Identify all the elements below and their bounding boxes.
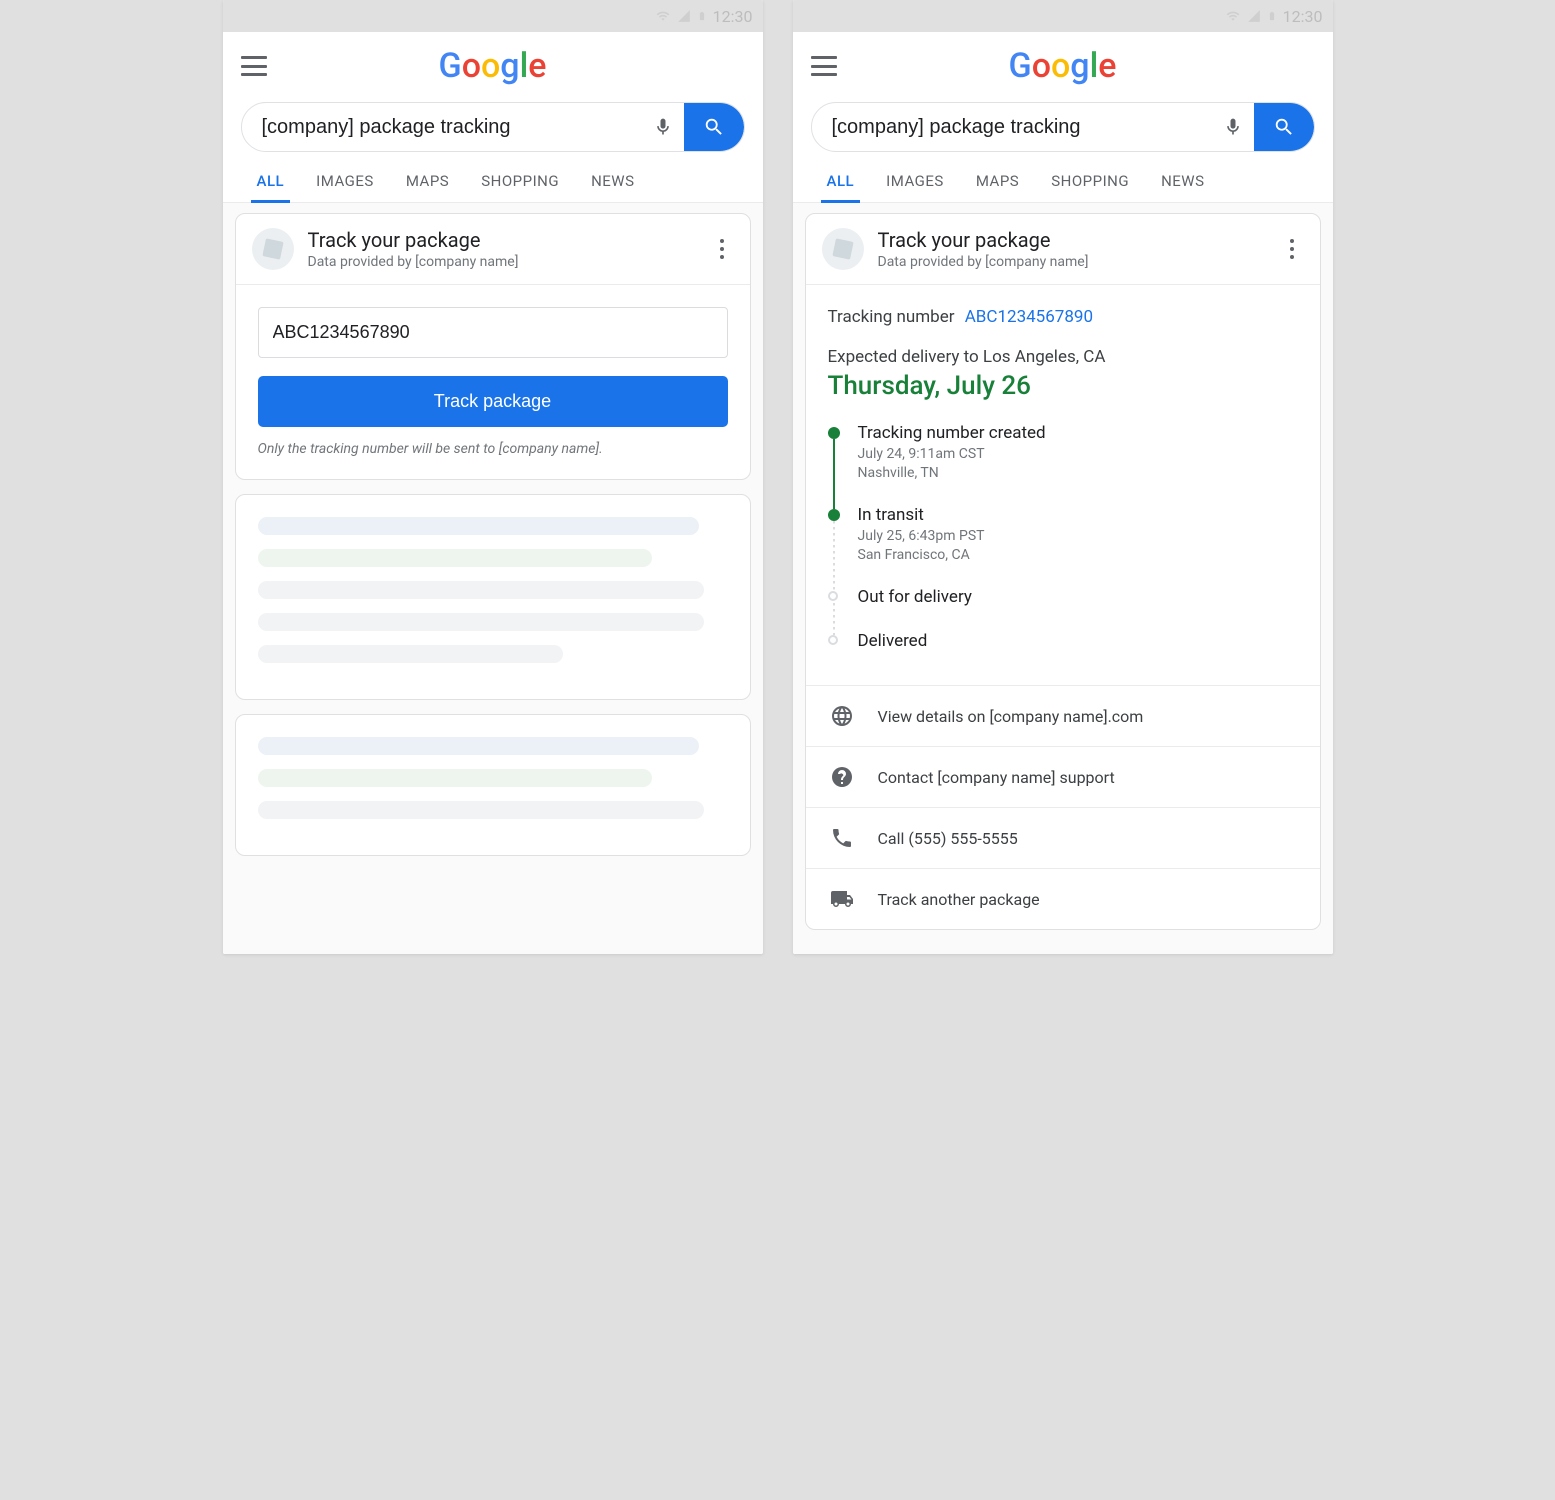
status-time: 12:30 [713,7,753,26]
expected-delivery-date: Thursday, July 26 [828,371,1298,401]
wifi-icon [1225,9,1241,23]
card-subtitle: Data provided by [company name] [308,254,696,270]
signal-icon [677,9,691,23]
app-header: Google [223,32,763,96]
action-track-another[interactable]: Track another package [806,868,1320,929]
status-time: 12:30 [1283,7,1323,26]
timeline-dot-done-icon [828,427,840,439]
action-contact-support[interactable]: Contact [company name] support [806,746,1320,807]
action-call[interactable]: Call (555) 555-5555 [806,807,1320,868]
action-label: Call (555) 555-5555 [878,829,1018,848]
company-favicon [822,228,864,270]
placeholder-result-1 [235,494,751,700]
tab-images[interactable]: IMAGES [870,162,960,202]
tracking-number-label: Tracking number [828,307,955,327]
tracking-result-card: Track your package Data provided by [com… [805,213,1321,930]
tracking-number-row: Tracking number ABC1234567890 [828,307,1298,327]
company-favicon [252,228,294,270]
tracking-timeline: Tracking number created July 24, 9:11am … [828,423,1298,675]
timeline-dot-pending-icon [828,635,838,645]
action-label: View details on [company name].com [878,707,1144,726]
status-bar: 12:30 [223,0,763,32]
help-icon [828,765,856,789]
voice-search-icon[interactable] [642,115,684,139]
tab-all[interactable]: ALL [241,162,301,202]
phone-left: 12:30 Google ALL IMAGES MAPS SHOP [223,0,763,954]
search-input[interactable] [832,116,1212,139]
search-input[interactable] [262,116,642,139]
tab-shopping[interactable]: SHOPPING [465,162,575,202]
tab-maps[interactable]: MAPS [960,162,1035,202]
track-package-button[interactable]: Track package [258,376,728,427]
tab-all[interactable]: ALL [811,162,871,202]
placeholder-result-2 [235,714,751,856]
google-logo: Google [241,46,745,86]
voice-search-icon[interactable] [1212,115,1254,139]
timeline-dot-done-icon [828,509,840,521]
tracking-number-link[interactable]: ABC1234567890 [965,307,1093,327]
timeline-time: July 25, 6:43pm PST [858,528,1298,544]
tab-news[interactable]: NEWS [575,162,650,202]
tab-images[interactable]: IMAGES [300,162,390,202]
timeline-dot-pending-icon [828,591,838,601]
timeline-item: In transit July 25, 6:43pm PST San Franc… [858,505,1298,587]
battery-icon [697,8,707,24]
timeline-item: Tracking number created July 24, 9:11am … [858,423,1298,505]
truck-icon [828,887,856,911]
timeline-time: July 24, 9:11am CST [858,446,1298,462]
search-bar [223,96,763,162]
action-label: Track another package [878,890,1040,909]
phone-icon [828,826,856,850]
timeline-title: In transit [858,505,1298,525]
search-button[interactable] [684,102,744,152]
disclaimer-text: Only the tracking number will be sent to… [258,441,728,457]
phone-right: 12:30 Google ALL IMAGES MAPS SHOP [793,0,1333,954]
expected-delivery-label: Expected delivery to Los Angeles, CA [828,347,1298,367]
card-subtitle: Data provided by [company name] [878,254,1266,270]
card-overflow-icon[interactable] [710,239,734,259]
search-tabs: ALL IMAGES MAPS SHOPPING NEWS [223,162,763,203]
search-button[interactable] [1254,102,1314,152]
google-logo: Google [811,46,1315,86]
battery-icon [1267,8,1277,24]
track-package-card: Track your package Data provided by [com… [235,213,751,480]
tab-shopping[interactable]: SHOPPING [1035,162,1145,202]
card-overflow-icon[interactable] [1280,239,1304,259]
timeline-title: Out for delivery [858,587,1298,607]
timeline-title: Delivered [858,631,1298,651]
timeline-location: Nashville, TN [858,465,1298,481]
timeline-location: San Francisco, CA [858,547,1298,563]
tab-news[interactable]: NEWS [1145,162,1220,202]
status-bar: 12:30 [793,0,1333,32]
action-view-details[interactable]: View details on [company name].com [806,685,1320,746]
card-title: Track your package [878,228,1266,252]
app-header: Google [793,32,1333,96]
card-title: Track your package [308,228,696,252]
action-label: Contact [company name] support [878,768,1115,787]
timeline-item: Out for delivery [858,587,1298,631]
tracking-number-input[interactable] [258,307,728,358]
wifi-icon [655,9,671,23]
globe-icon [828,704,856,728]
search-bar [793,96,1333,162]
timeline-title: Tracking number created [858,423,1298,443]
signal-icon [1247,9,1261,23]
tab-maps[interactable]: MAPS [390,162,465,202]
timeline-item: Delivered [858,631,1298,675]
search-tabs: ALL IMAGES MAPS SHOPPING NEWS [793,162,1333,203]
